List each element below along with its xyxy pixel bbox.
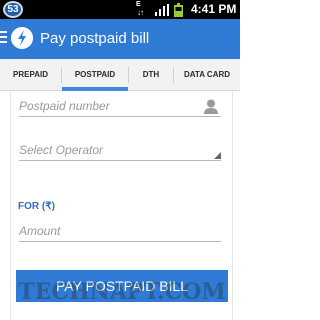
operator-select-label: Select Operator <box>19 143 104 157</box>
watermark: TECHNAPT.COM <box>18 279 226 305</box>
amount-section-label: FOR (₹) <box>18 201 55 212</box>
postpaid-number-input[interactable] <box>19 97 199 115</box>
amount-field <box>19 222 221 242</box>
contact-person-icon[interactable] <box>203 98 219 114</box>
tab-dth[interactable]: DTH <box>129 59 173 90</box>
recharge-tabs: PREPAID POSTPAID DTH DATA CARD <box>0 59 240 91</box>
clock: 4:41 PM <box>191 2 237 16</box>
dropdown-arrow-icon <box>214 152 221 159</box>
data-activity-icon: ↓↑ <box>137 8 144 17</box>
page-title: Pay postpaid bill <box>40 30 150 47</box>
status-bar: 53 E ↓↑ 4:41 PM <box>0 0 240 19</box>
postpaid-number-field <box>19 97 221 117</box>
notification-count-badge: 53 <box>3 1 23 18</box>
app-logo-icon[interactable] <box>11 27 33 49</box>
battery-icon <box>174 3 183 17</box>
tab-data-card[interactable]: DATA CARD <box>174 59 240 90</box>
tab-prepaid[interactable]: PREPAID <box>0 59 61 90</box>
operator-select[interactable]: Select Operator <box>19 141 221 161</box>
hamburger-icon[interactable] <box>0 31 8 45</box>
amount-input[interactable] <box>19 222 199 240</box>
network-type-label: E <box>136 1 141 8</box>
signal-strength-icon <box>155 4 169 16</box>
tab-postpaid[interactable]: POSTPAID <box>62 59 128 91</box>
app-bar: Pay postpaid bill <box>0 19 240 59</box>
